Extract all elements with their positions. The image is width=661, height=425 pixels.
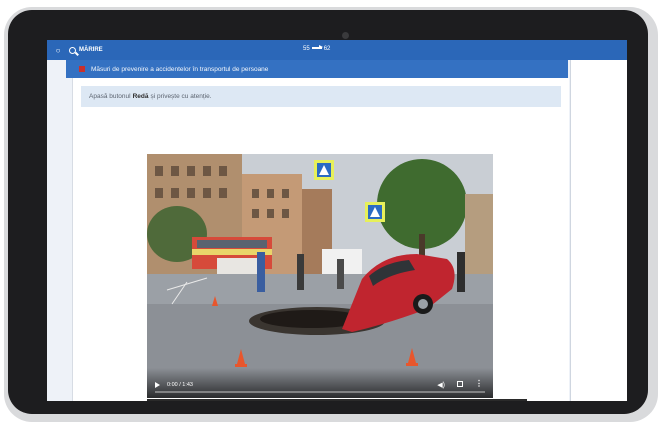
instruction-button-name: Redă bbox=[132, 93, 149, 100]
arrow-right-icon bbox=[311, 45, 323, 49]
lesson-title: Măsuri de prevenire a accidentelor în tr… bbox=[91, 65, 269, 73]
instruction-suffix: și privește cu atenție. bbox=[150, 93, 212, 100]
page-current: 55 bbox=[303, 46, 310, 52]
video-controls: 0:00 / 1:43 ◀) ⋮ bbox=[147, 368, 493, 398]
magnifier-icon bbox=[69, 46, 76, 54]
more-options-icon[interactable]: ⋮ bbox=[475, 379, 483, 388]
play-icon[interactable] bbox=[155, 382, 160, 388]
top-bar: ○ MĂRIRE 55 62 bbox=[47, 40, 627, 60]
video-progress-track[interactable] bbox=[155, 391, 485, 393]
fullscreen-icon[interactable] bbox=[457, 381, 463, 387]
zoom-label: MĂRIRE bbox=[79, 47, 103, 53]
screen-bottom-edge bbox=[147, 399, 527, 401]
page-indicator: 55 62 bbox=[303, 45, 331, 52]
video-time: 0:00 / 1:43 bbox=[167, 382, 193, 388]
video-player[interactable]: 0:00 / 1:43 ◀) ⋮ bbox=[147, 154, 493, 398]
tablet-screen: ○ MĂRIRE 55 62 Măsuri de prevenire a acc… bbox=[47, 40, 627, 401]
front-camera bbox=[342, 32, 349, 39]
instruction-prefix: Apasă butonul bbox=[89, 93, 131, 100]
right-panel bbox=[570, 60, 627, 401]
video-frame-sinkhole-car bbox=[147, 154, 493, 398]
volume-icon[interactable]: ◀) bbox=[437, 381, 445, 389]
page-next: 62 bbox=[323, 46, 331, 52]
zoom-button[interactable]: MĂRIRE bbox=[69, 46, 103, 54]
lesson-marker-icon bbox=[79, 66, 85, 72]
instruction-box: Apasă butonul Redă și privește cu atenți… bbox=[81, 86, 561, 107]
menu-circle-icon[interactable]: ○ bbox=[47, 46, 69, 55]
lesson-title-bar: Măsuri de prevenire a accidentelor în tr… bbox=[66, 60, 568, 78]
